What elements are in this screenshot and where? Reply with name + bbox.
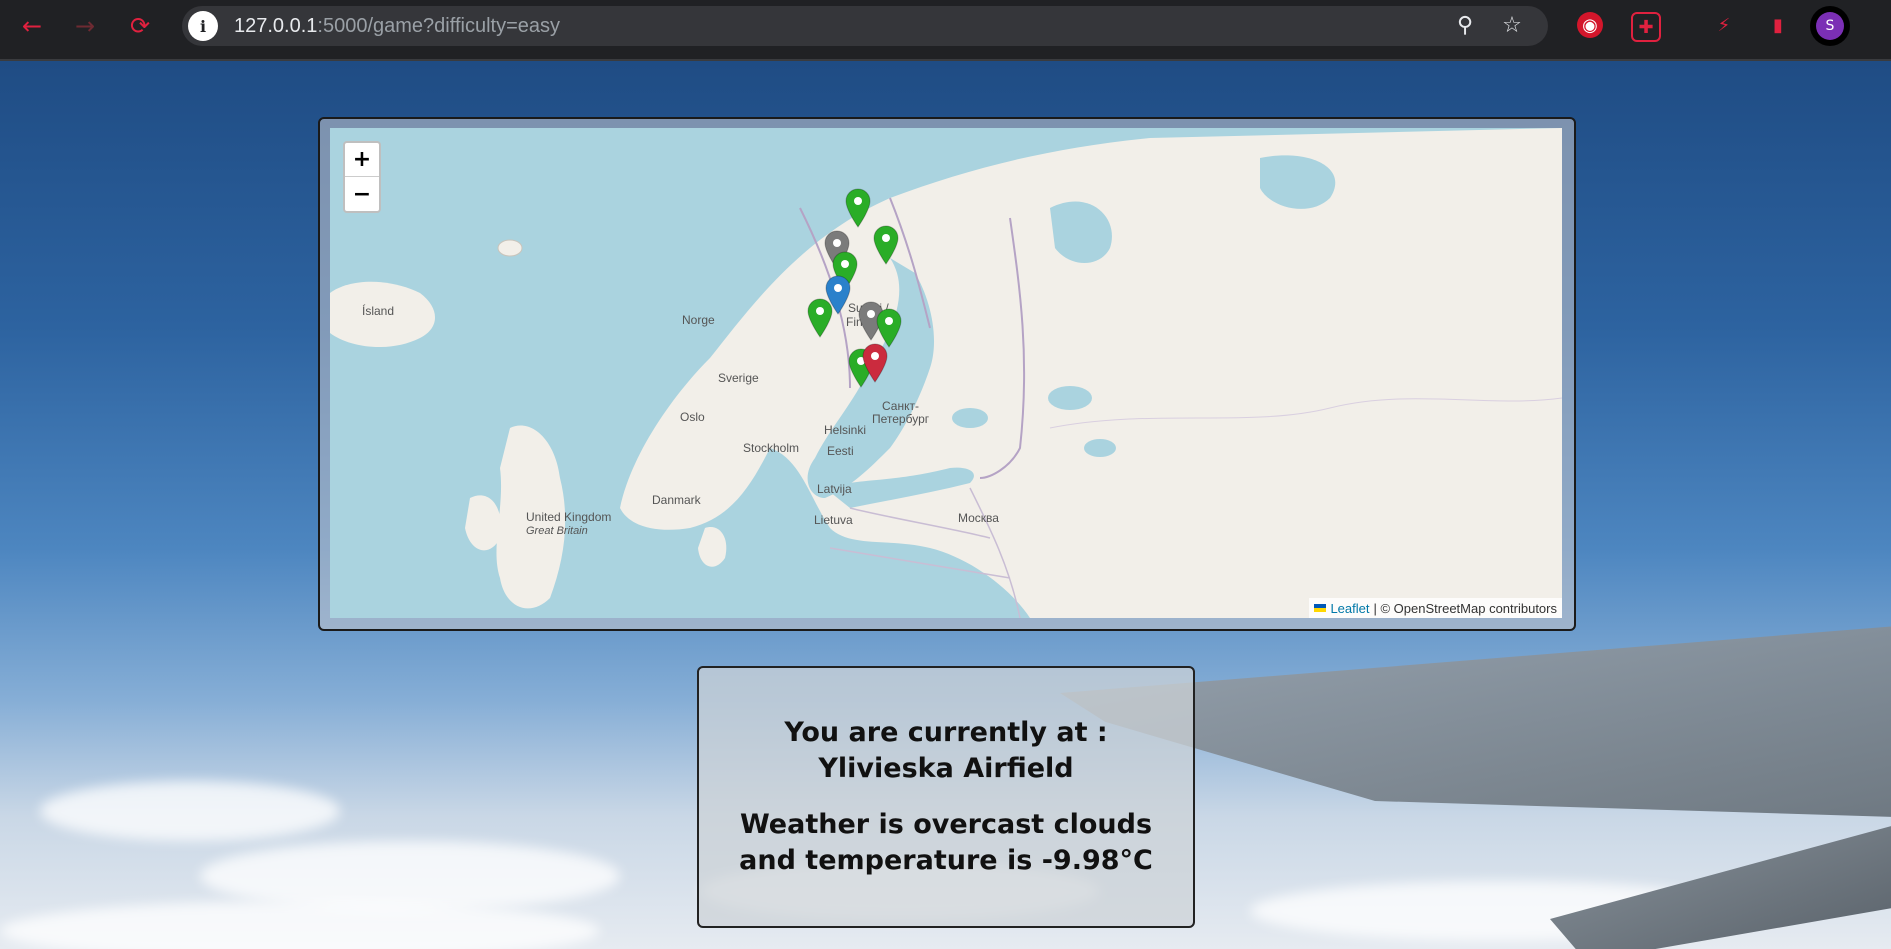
map-label-stockholm: Stockholm [743, 441, 800, 455]
map-label-sverige: Sverige [718, 371, 759, 385]
map-label-danmark: Danmark [652, 493, 701, 507]
reload-icon[interactable]: ⟳ [124, 10, 156, 42]
map-label-eesti: Eesti [827, 444, 854, 458]
green-map-marker-icon[interactable] [873, 225, 899, 265]
status-panel: You are currently at : Ylivieska Airfiel… [697, 666, 1195, 928]
map-label-helsinki: Helsinki [824, 423, 867, 437]
map-label-oslo: Oslo [680, 410, 705, 424]
map-label-spb-2: Петербург [872, 412, 930, 426]
red-map-marker-icon[interactable] [862, 343, 888, 383]
extension-icon-3[interactable]: ⚡ [1711, 12, 1737, 38]
attribution-text: | © OpenStreetMap contributors [1373, 600, 1558, 616]
map-label-island: Ísland [362, 304, 395, 318]
leaflet-map[interactable]: Ísland Norge Sverige Suomi / Finland Osl… [330, 128, 1562, 618]
puzzle-icon[interactable]: ✚ [1631, 12, 1661, 42]
map-tiles [330, 128, 1562, 618]
url-text[interactable]: 127.0.0.1:5000/game?difficulty=easy [234, 15, 560, 38]
profile-avatar[interactable]: S [1810, 6, 1850, 46]
map-label-gb: Great Britain [526, 525, 588, 537]
map-label-latvija: Latvija [817, 482, 852, 496]
map-label-moskva: Москва [958, 511, 999, 525]
map-attribution: Leaflet | © OpenStreetMap contributors [1309, 598, 1562, 618]
map-zoom-control: + − [343, 141, 381, 213]
weather-text: Weather is overcast clouds and temperatu… [739, 809, 1153, 876]
sidebar-icon[interactable]: ▮ [1765, 12, 1791, 38]
map-label-lietuva: Lietuva [814, 513, 853, 527]
zoom-icon[interactable]: ⚲ [1452, 13, 1478, 38]
green-map-marker-icon[interactable] [876, 308, 902, 348]
back-icon[interactable]: ← [16, 10, 48, 42]
map-label-spb-1: Санкт- [882, 399, 919, 413]
leaflet-link[interactable]: Leaflet [1330, 601, 1369, 616]
zoom-out-button[interactable]: − [345, 177, 379, 211]
site-info-icon[interactable]: i [188, 11, 218, 41]
green-map-marker-icon[interactable] [845, 188, 871, 228]
browser-toolbar: ← → ⟳ i 127.0.0.1:5000/game?difficulty=e… [0, 0, 1891, 61]
zoom-in-button[interactable]: + [345, 143, 379, 177]
ukraine-flag-icon [1314, 604, 1327, 612]
map-label-norge: Norge [682, 313, 715, 327]
extension-icon-1[interactable]: ◉ [1577, 12, 1603, 38]
bookmark-star-icon[interactable]: ☆ [1499, 13, 1525, 38]
map-label-uk: United Kingdom [526, 510, 612, 524]
address-bar[interactable]: i 127.0.0.1:5000/game?difficulty=easy ⚲ … [182, 6, 1548, 46]
forward-icon[interactable]: → [69, 10, 101, 42]
green-map-marker-icon[interactable] [807, 298, 833, 338]
current-location-text: You are currently at : Ylivieska Airfiel… [784, 717, 1108, 784]
